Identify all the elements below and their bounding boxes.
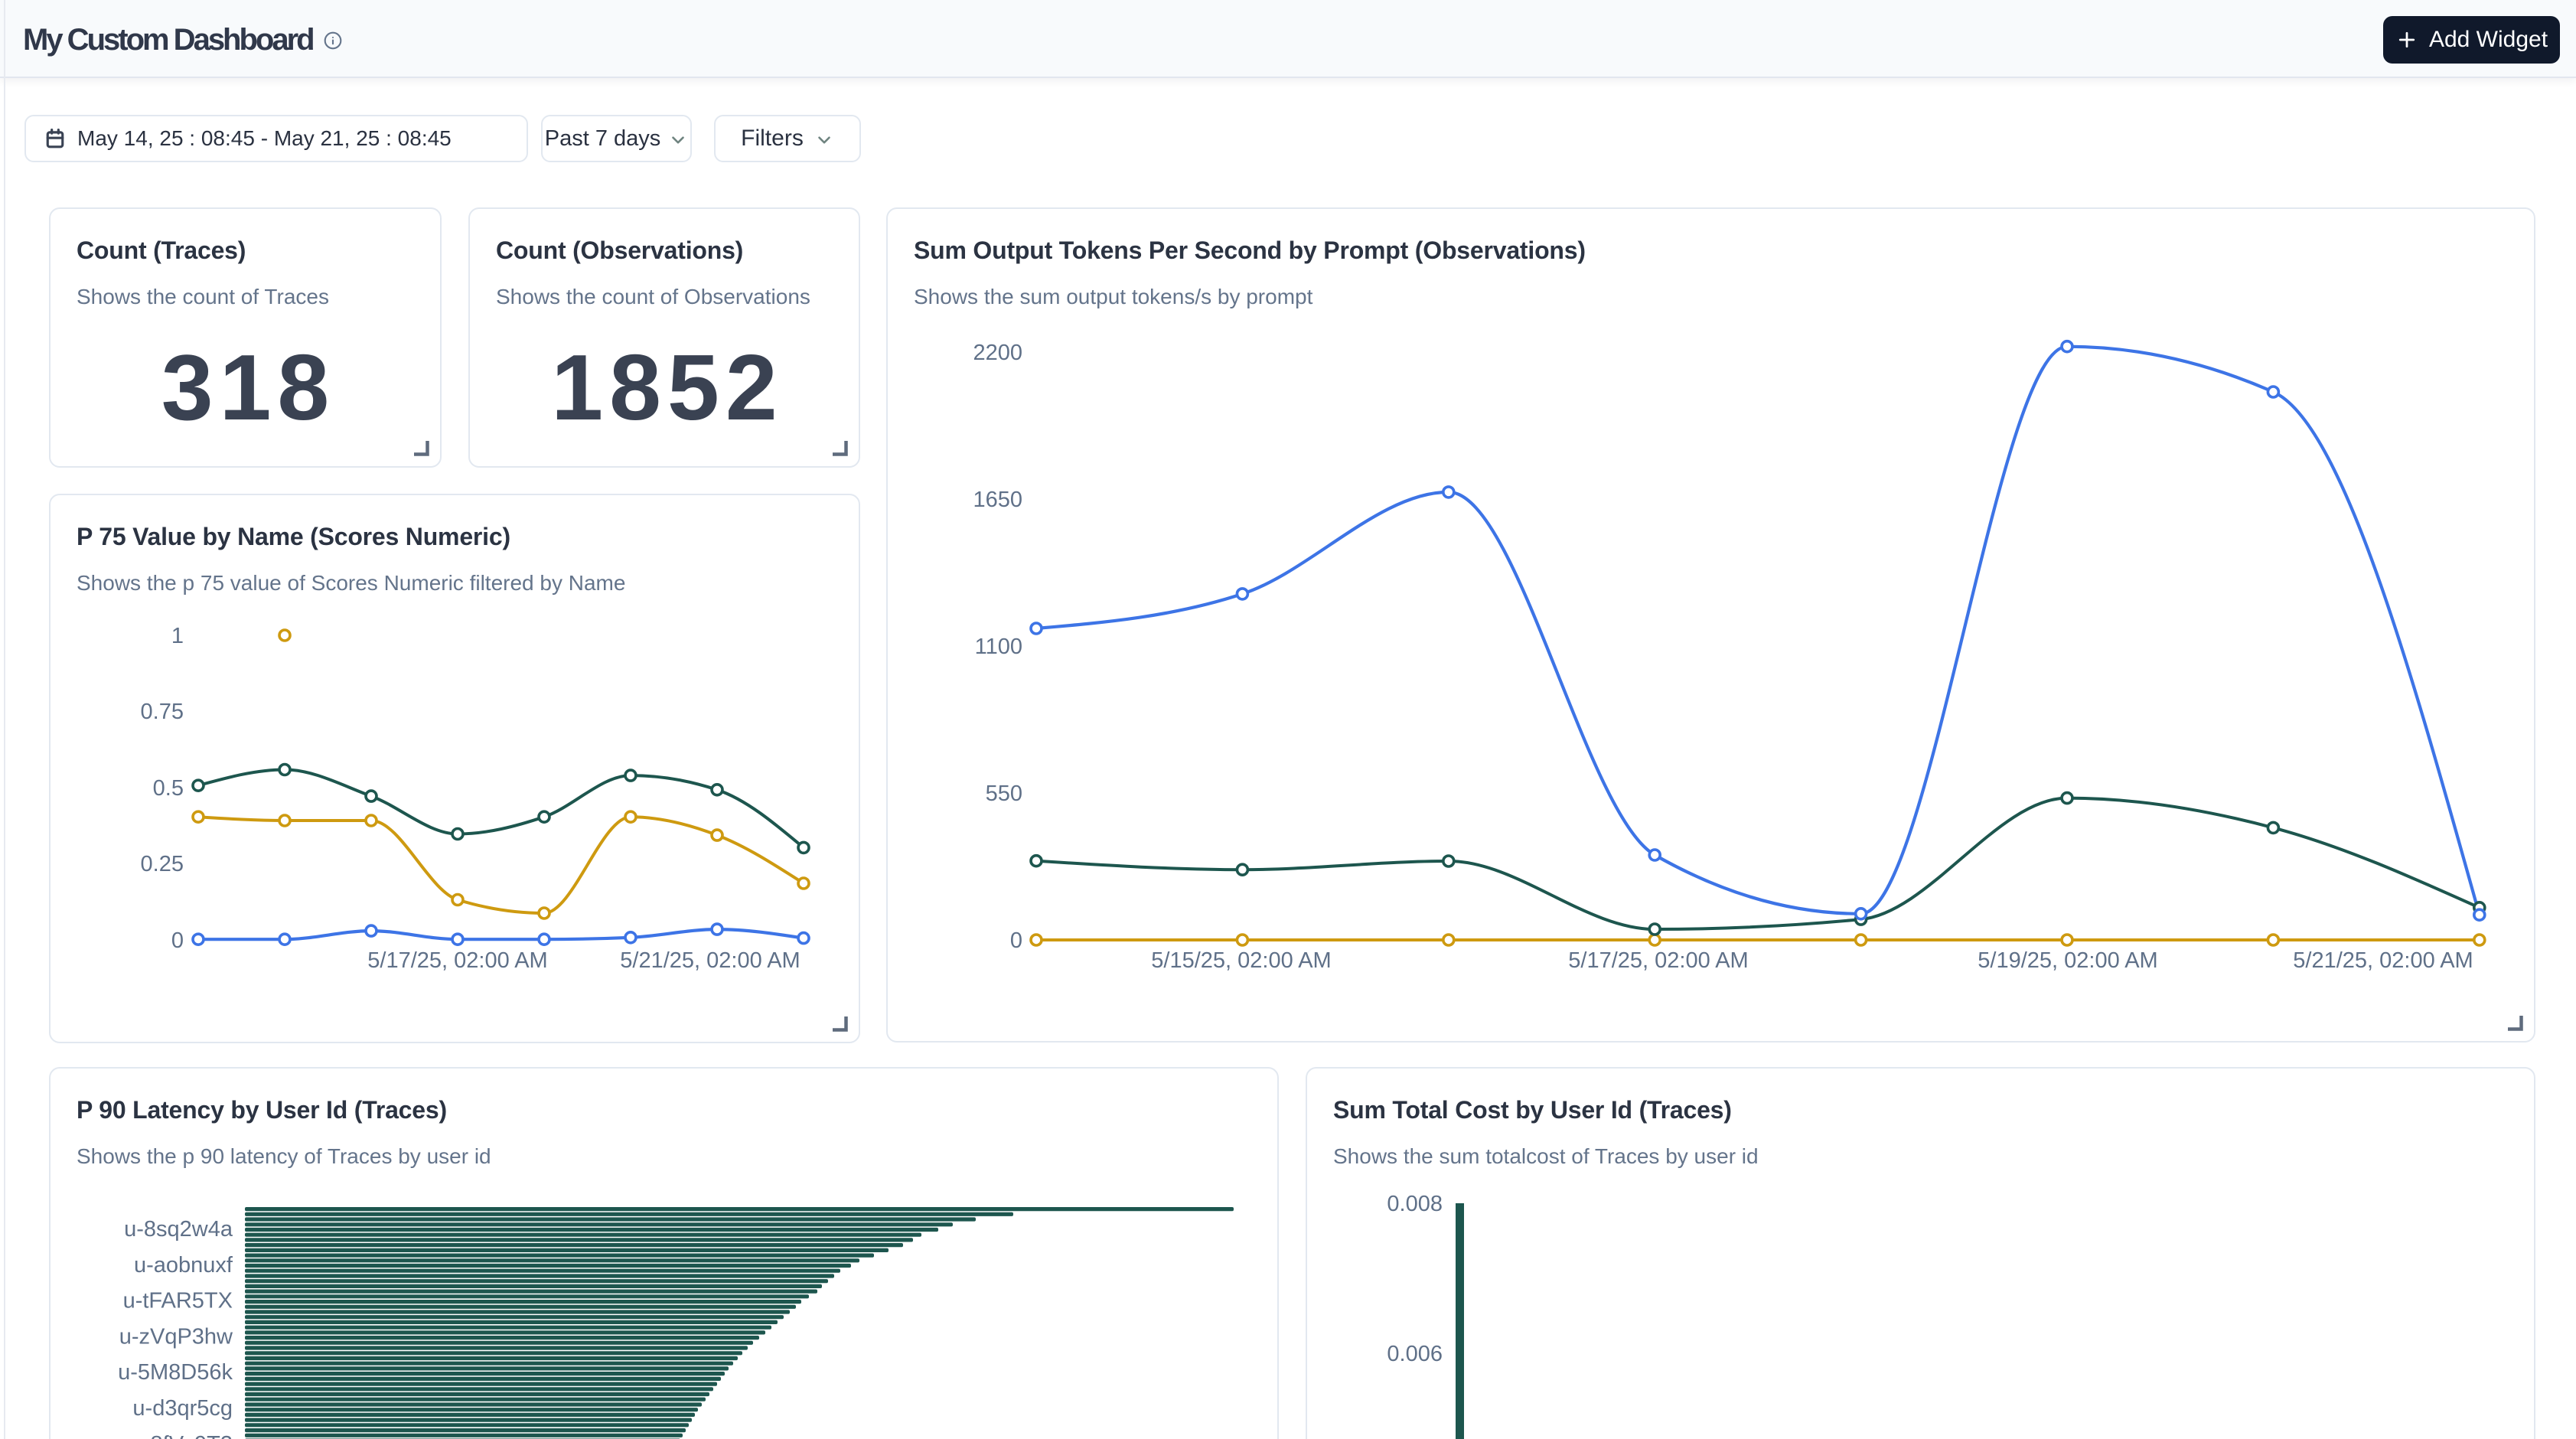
svg-text:u-aobnuxf: u-aobnuxf: [134, 1253, 233, 1277]
svg-text:1650: 1650: [973, 488, 1022, 512]
svg-text:0: 0: [171, 928, 184, 953]
svg-text:0.008: 0.008: [1387, 1192, 1443, 1216]
svg-text:5/21/25, 02:00 AM: 5/21/25, 02:00 AM: [620, 948, 800, 973]
svg-text:1100: 1100: [975, 635, 1022, 659]
svg-text:5/19/25, 02:00 AM: 5/19/25, 02:00 AM: [1978, 948, 2157, 973]
svg-text:1: 1: [171, 624, 184, 648]
svg-text:5/17/25, 02:00 AM: 5/17/25, 02:00 AM: [367, 948, 547, 973]
svg-text:5/15/25, 02:00 AM: 5/15/25, 02:00 AM: [1151, 948, 1331, 973]
svg-text:u-8sq2w4a: u-8sq2w4a: [124, 1217, 233, 1242]
svg-text:2200: 2200: [973, 341, 1022, 365]
svg-text:0.006: 0.006: [1387, 1342, 1443, 1366]
svg-text:0.25: 0.25: [141, 852, 184, 876]
svg-text:u-d3qr5cg: u-d3qr5cg: [132, 1396, 233, 1421]
svg-text:0.75: 0.75: [141, 700, 184, 724]
svg-text:u-8fVa9T3: u-8fVa9T3: [131, 1432, 233, 1439]
svg-text:5/21/25, 02:00 AM: 5/21/25, 02:00 AM: [2293, 948, 2473, 973]
svg-text:u-tFAR5TX: u-tFAR5TX: [123, 1289, 233, 1313]
svg-text:u-zVqP3hw: u-zVqP3hw: [119, 1324, 233, 1349]
svg-text:u-5M8D56k: u-5M8D56k: [118, 1360, 233, 1385]
svg-text:550: 550: [986, 781, 1022, 806]
svg-text:5/17/25, 02:00 AM: 5/17/25, 02:00 AM: [1568, 948, 1748, 973]
svg-text:0: 0: [1010, 928, 1022, 953]
svg-text:0.5: 0.5: [153, 776, 184, 801]
